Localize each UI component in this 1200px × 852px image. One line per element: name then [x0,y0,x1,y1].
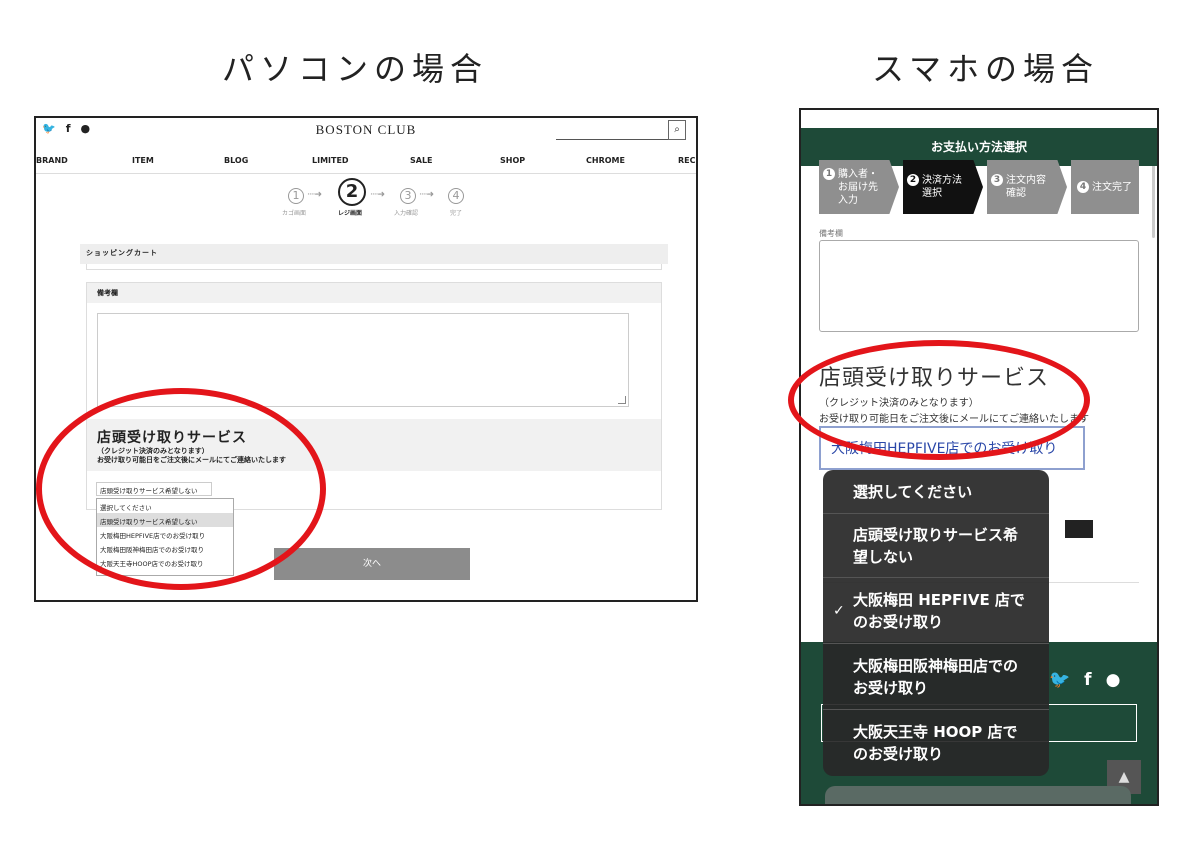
nav-item-sale[interactable]: SALE [410,156,433,165]
facebook-icon[interactable]: f [1084,670,1091,690]
step-1-label: カゴ画面 [282,210,307,217]
twitter-icon[interactable]: 🐦 [1049,670,1070,690]
nav-item-brand[interactable]: BRAND [36,156,68,165]
step-label: 注文内容確認 [1006,175,1046,199]
pickup-option[interactable]: 選択してください [97,499,233,513]
pickup-option[interactable]: 店頭受け取りサービス希望しない [97,513,233,527]
option-label: 店頭受け取りサービス希望しない [853,525,1019,566]
pickup-title: 店頭受け取りサービス [819,366,1050,391]
remarks-textarea[interactable] [819,240,1139,332]
dropdown-option[interactable]: 大阪梅田阪神梅田店でのお受け取り [823,644,1049,710]
checkmark-icon: ✓ [833,602,845,619]
pc-checkout-steps: 1 ····➜ 2 ····➜ 3 ····➜ 4 カゴ画面 レジ画面 入力確認… [36,176,696,220]
pc-heading: パソコンの場合 [222,50,489,88]
step-4-label: 完了 [450,210,463,217]
remarks-section: 備考欄 店頭受け取りサービス （クレジット決済のみとなります） お受け取り可能日… [86,282,662,510]
nav-item-chrome[interactable]: CHROME [586,156,625,165]
line-icon[interactable]: ● [1106,670,1121,690]
option-label: 大阪梅田 HEPFIVE 店でのお受け取り [853,590,1025,631]
step-arrow: ····➜ [307,190,322,200]
pickup-note-email: お受け取り可能日をご注文後にメールにてご連絡いたします [97,456,286,464]
next-button[interactable]: 次へ [274,548,470,580]
pickup-option[interactable]: 大阪梅田阪神梅田店でのお受け取り [97,541,233,555]
step-number: 2 [907,174,919,186]
step-number: 3 [991,174,1003,186]
hidden-button [1065,520,1093,538]
step-3-circle: 3 [400,188,416,204]
step-2-circle: 2 [338,178,366,206]
pickup-options-list: 選択してください 店頭受け取りサービス希望しない 大阪梅田HEPFIVE店でのお… [96,498,234,576]
phone-step-3: 3 注文内容確認 [987,160,1067,214]
search-icon[interactable]: ⌕ [668,120,686,140]
step-2-label: レジ画面 [338,210,363,217]
cart-panel [86,264,662,270]
footer-social-links: 🐦 f ● [1049,670,1120,690]
pickup-option[interactable]: 大阪天王寺HOOP店でのお受け取り [97,555,233,569]
pc-nav: BRAND ITEM BLOG LIMITED SALE SHOP CHROME… [36,154,696,174]
step-label: 注文完了 [1092,181,1132,193]
pickup-note-credit: （クレジット決済のみとなります） [97,447,209,455]
pc-topbar: 🐦 f ● BOSTON CLUB ⌕ [36,118,696,146]
phone-step-2: 2 決済方法選択 [903,160,983,214]
nav-item-item[interactable]: ITEM [132,156,154,165]
resize-handle-icon[interactable] [618,396,626,404]
pickup-option[interactable]: 大阪梅田HEPFIVE店でのお受け取り [97,527,233,541]
step-label: 決済方法選択 [922,175,962,199]
phone-step-4: 4 注文完了 [1071,160,1139,214]
pickup-note-credit: （クレジット決済のみとなります） [819,398,979,409]
step-4-circle: 4 [448,188,464,204]
nav-item-blog[interactable]: BLOG [224,156,248,165]
pickup-note-email: お受け取り可能日をご注文後にメールにてご連絡いたします [819,414,1089,425]
step-1-circle: 1 [288,188,304,204]
pc-screenshot: 🐦 f ● BOSTON CLUB ⌕ BRAND ITEM BLOG LIMI… [34,116,698,602]
nav-item-shop[interactable]: SHOP [500,156,525,165]
search-input[interactable]: ⌕ [556,120,686,140]
dropdown-option[interactable]: 選択してください [823,470,1049,514]
phone-heading: スマホの場合 [872,50,1100,88]
step-label: 購入者・お届け先入力 [838,168,878,206]
remarks-label: 備考欄 [819,229,843,238]
step-number: 1 [823,167,835,180]
pickup-dropdown: 選択してください 店頭受け取りサービス希望しない ✓ 大阪梅田 HEPFIVE … [823,470,1049,776]
option-label: 大阪梅田阪神梅田店でのお受け取り [853,656,1019,697]
nav-item-reci[interactable]: RECI [678,156,696,165]
browser-bar [825,786,1131,804]
dropdown-option[interactable]: 大阪天王寺 HOOP 店でのお受け取り [823,710,1049,776]
step-arrow: ····➜ [419,190,434,200]
dropdown-option[interactable]: 店頭受け取りサービス希望しない [823,514,1049,578]
nav-item-limited[interactable]: LIMITED [312,156,349,165]
step-3-label: 入力確認 [394,210,419,217]
dropdown-option-selected[interactable]: ✓ 大阪梅田 HEPFIVE 店でのお受け取り [823,578,1049,644]
phone-step-1: 1 購入者・お届け先入力 [819,160,899,214]
step-number: 4 [1077,181,1089,193]
option-label: 大阪天王寺 HOOP 店でのお受け取り [853,723,1018,763]
pickup-select[interactable]: 店頭受け取りサービス希望しない [96,482,212,496]
option-label: 選択してください [853,482,973,501]
remarks-heading: 備考欄 [87,283,661,303]
pickup-title: 店頭受け取りサービス [97,430,247,446]
pickup-select[interactable]: 大阪梅田HEPFIVE店でのお受け取り [819,426,1085,470]
remarks-textarea[interactable] [97,313,629,407]
pickup-service-heading: 店頭受け取りサービス （クレジット決済のみとなります） お受け取り可能日をご注文… [87,419,661,471]
step-arrow: ····➜ [370,190,385,200]
shopping-cart-heading: ショッピングカート [80,244,668,264]
phone-screenshot: お支払い方法選択 1 購入者・お届け先入力 2 決済方法選択 3 注文内容確認 … [799,108,1159,806]
